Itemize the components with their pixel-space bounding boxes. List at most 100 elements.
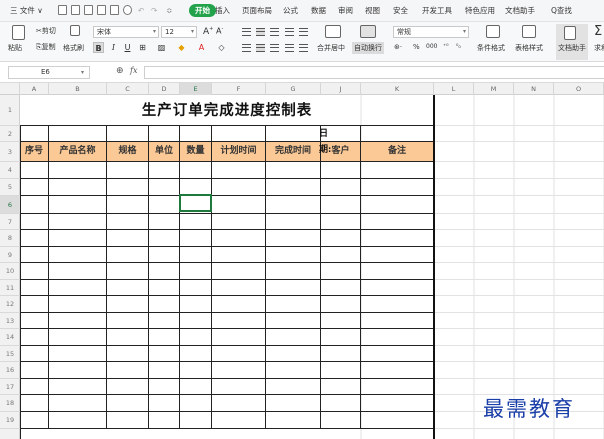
doc-assistant-button[interactable]: 文档助手 [558,43,586,53]
fx-icon[interactable]: fx [130,66,137,75]
row-header-5[interactable]: 5 [0,179,20,196]
formula-input[interactable] [144,66,604,79]
magnifier-icon[interactable]: ⊕ [116,66,124,76]
tab-item-8[interactable]: 开发工具 [422,5,452,17]
cell-fill-pattern-icon[interactable]: ▨ [156,42,167,53]
column-header-g[interactable]: G [266,83,321,95]
row-header-15[interactable]: 15 [0,346,20,362]
conditional-format-button[interactable]: 条件格式 [477,43,505,53]
column-header-m[interactable]: M [474,83,514,95]
align-middle-icon[interactable] [256,28,265,36]
distributed-align-icon[interactable] [299,44,308,52]
chevron-down-icon[interactable]: ▾ [81,66,84,79]
copy-button[interactable]: ⎘复制 [36,42,56,52]
row-header-10[interactable]: 10 [0,263,20,280]
row-header-12[interactable]: 12 [0,296,20,313]
row-header-1[interactable]: 1 [0,95,20,126]
align-right-icon[interactable] [270,44,279,52]
tab-item-7[interactable]: 安全 [393,5,408,17]
more-quick-access-icon[interactable]: ≎ [166,5,172,17]
column-header-b[interactable]: B [49,83,107,95]
increase-font-icon[interactable]: A+ [203,26,213,37]
column-header-l[interactable]: L [434,83,474,95]
save-icon[interactable] [84,5,93,15]
paste-button[interactable]: 粘贴 [8,43,22,53]
indent-decrease-icon[interactable] [285,28,294,36]
indent-increase-icon[interactable] [299,28,308,36]
tab-item-5[interactable]: 审阅 [338,5,353,17]
merge-center-icon[interactable] [325,25,341,38]
active-cell-e6[interactable] [179,194,212,212]
row-header-16[interactable]: 16 [0,362,20,379]
print-icon[interactable] [110,5,119,15]
row-header-11[interactable]: 11 [0,280,20,296]
align-top-icon[interactable] [242,28,251,36]
format-painter-icon[interactable] [70,25,80,36]
name-box[interactable]: E6 [8,66,90,79]
export-icon[interactable] [97,5,106,15]
sum-icon[interactable]: Σ [594,24,602,39]
fill-color-icon[interactable]: ◆ [176,42,187,53]
column-header-d[interactable]: D [149,83,180,95]
conditional-format-icon[interactable] [486,25,500,38]
font-name-select[interactable]: 宋体 ▾ [93,26,159,38]
row-header-13[interactable]: 13 [0,313,20,329]
clear-format-icon[interactable]: ◇ [216,42,227,53]
merge-center-button[interactable]: 合并居中 [317,43,345,53]
column-header-e[interactable]: E [180,83,212,95]
row-header-4[interactable]: 4 [0,162,20,179]
worksheet[interactable]: 生产订单完成进度控制表 序号 产品名称 规格 单位 数量 计划时间 完成时间 客户 备注 日期: [20,95,604,439]
redo-icon[interactable]: ↷ [151,5,157,17]
row-header-18[interactable]: 18 [0,395,20,412]
tab-item-10[interactable]: 文档助手 [505,5,535,17]
tab-item-6[interactable]: 视图 [365,5,380,17]
column-header-k[interactable]: K [361,83,434,95]
column-header-o[interactable]: O [554,83,604,95]
tab-item-4[interactable]: 数据 [311,5,326,17]
align-bottom-icon[interactable] [270,28,279,36]
open-folder-icon[interactable] [71,5,80,15]
justify-icon[interactable] [285,44,294,52]
bold-button[interactable]: B [93,42,104,53]
tab-item-2[interactable]: 页面布局 [242,5,272,17]
wrap-text-icon[interactable] [360,25,376,38]
row-header-8[interactable]: 8 [0,230,20,247]
row-header-7[interactable]: 7 [0,214,20,230]
column-header-j[interactable]: J [321,83,361,95]
tab-item-3[interactable]: 公式 [283,5,298,17]
column-header-f[interactable]: F [212,83,266,95]
decrease-font-icon[interactable]: A- [216,26,223,36]
column-header-c[interactable]: C [107,83,149,95]
undo-icon[interactable]: ↶ [138,5,144,17]
row-header-19[interactable]: 19 [0,412,20,429]
increase-decimal-icon[interactable]: ⁺⁰ [443,43,449,50]
font-size-select[interactable]: 12 ▾ [161,26,197,38]
tab-item-9[interactable]: 特色应用 [465,5,495,17]
row-header-14[interactable]: 14 [0,329,20,346]
row-header-3[interactable]: 3 [0,142,20,162]
file-menu[interactable]: 三 文件 ∨ [10,5,43,17]
table-style-icon[interactable] [522,25,536,38]
align-center-icon[interactable] [256,44,265,52]
row-header-6[interactable]: 6 [0,196,20,214]
table-style-button[interactable]: 表格样式 [515,43,543,53]
cut-button[interactable]: ✂剪切 [36,26,56,36]
sum-button[interactable]: 求和 [594,43,604,53]
thousands-button[interactable]: 000 [426,43,437,50]
row-header-17[interactable]: 17 [0,379,20,395]
number-format-select[interactable]: 常规 ▾ [393,26,469,38]
select-all-corner[interactable] [0,83,20,95]
border-icon[interactable]: ⊞ [137,42,148,53]
format-painter-button[interactable]: 格式刷 [63,43,84,53]
search-box[interactable]: Q查找 [551,5,572,17]
row-header-9[interactable]: 9 [0,247,20,263]
font-color-icon[interactable]: A [196,42,207,53]
currency-icon[interactable]: ⊛· [394,43,402,51]
new-file-icon[interactable] [58,5,67,15]
paste-icon[interactable] [12,25,25,40]
tab-item-1[interactable]: 插入 [215,5,230,17]
decrease-decimal-icon[interactable]: ⁰₀ [456,43,461,50]
doc-assistant-icon[interactable] [564,26,576,40]
italic-button[interactable]: I [108,42,119,53]
column-header-n[interactable]: N [514,83,554,95]
